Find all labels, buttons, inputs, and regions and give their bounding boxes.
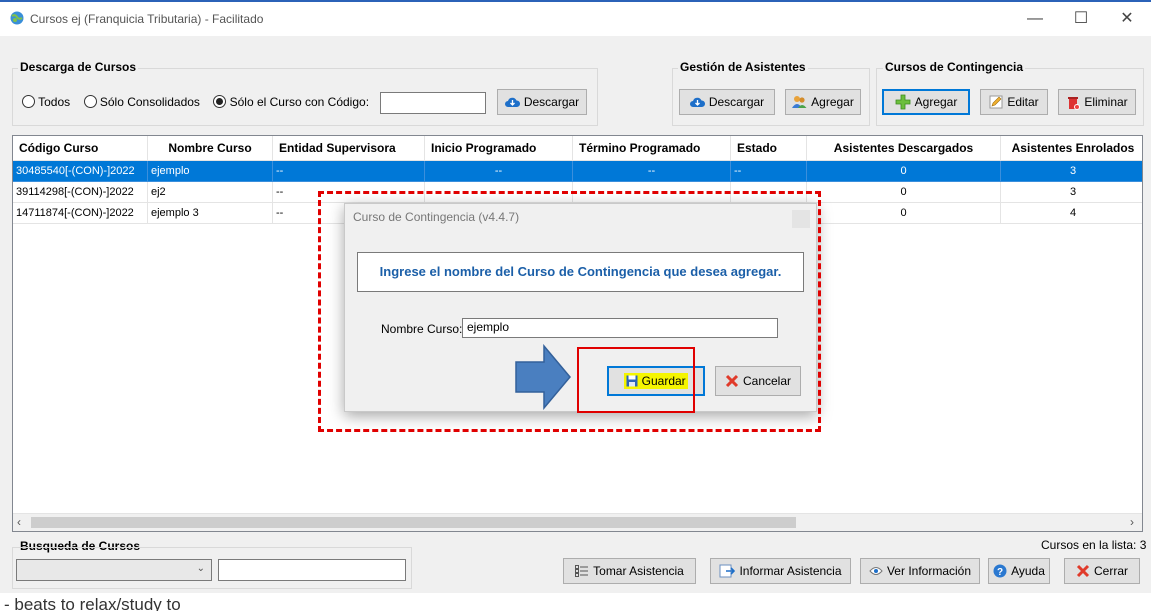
cell-enrolled: 3 — [1001, 182, 1142, 203]
delete-contingency-button[interactable]: Eliminar — [1058, 89, 1136, 115]
help-button[interactable]: ? Ayuda — [988, 558, 1050, 584]
eye-icon — [869, 567, 883, 575]
course-name-input[interactable]: ejemplo — [462, 318, 778, 338]
arrow-right-icon — [515, 344, 571, 410]
download-options: Todos Sólo Consolidados Sólo el Curso co… — [22, 95, 369, 109]
cell-end — [573, 182, 731, 203]
header-downloaded[interactable]: Asistentes Descargados — [807, 136, 1001, 160]
download-group-title: Descarga de Cursos — [18, 60, 139, 74]
report-icon — [719, 564, 736, 578]
cell-start: -- — [425, 161, 573, 182]
users-icon — [792, 96, 807, 108]
cell-name: ejemplo 3 — [148, 203, 273, 224]
x-icon — [1076, 564, 1090, 578]
header-start[interactable]: Inicio Programado — [425, 136, 573, 160]
radio-code[interactable]: Sólo el Curso con Código: — [213, 95, 369, 109]
title-bar: Cursos ej (Franquicia Tributaria) - Faci… — [0, 2, 1151, 36]
header-end[interactable]: Término Programado — [573, 136, 731, 160]
horizontal-scrollbar[interactable]: ‹ › — [13, 513, 1142, 531]
header-enrolled[interactable]: Asistentes Enrolados — [1001, 136, 1142, 160]
radio-consolidated[interactable]: Sólo Consolidados — [83, 95, 200, 109]
cell-status — [731, 182, 807, 203]
scroll-right-icon[interactable]: › — [1130, 515, 1134, 529]
trash-icon — [1068, 96, 1081, 110]
cell-status: -- — [731, 161, 807, 182]
svg-text:?: ? — [997, 567, 1003, 578]
radio-all[interactable]: Todos — [22, 95, 70, 109]
cell-code: 39114298[-(CON)-]2022 — [13, 182, 148, 203]
header-status[interactable]: Estado — [731, 136, 807, 160]
cell-name: ej2 — [148, 182, 273, 203]
cancel-button[interactable]: Cancelar — [715, 366, 801, 396]
dialog-close-button[interactable] — [792, 210, 810, 228]
globe-icon — [10, 11, 24, 25]
cell-entity: -- — [273, 161, 425, 182]
window-title: Cursos ej (Franquicia Tributaria) - Faci… — [30, 12, 264, 26]
pencil-icon — [989, 95, 1003, 109]
take-attendance-button[interactable]: Tomar Asistencia — [563, 558, 696, 584]
download-attendees-button[interactable]: Descargar — [679, 89, 775, 115]
name-label: Nombre Curso: — [381, 322, 463, 336]
table-row[interactable]: 39114298[-(CON)-]2022 ej2 -- 0 3 — [13, 182, 1142, 203]
cell-end: -- — [573, 161, 731, 182]
cell-name: ejemplo — [148, 161, 273, 182]
dialog-message: Ingrese el nombre del Curso de Contingen… — [357, 252, 804, 292]
cloud-download-icon — [504, 97, 520, 107]
dialog-title: Curso de Contingencia (v4.4.7) — [353, 210, 520, 224]
cloud-download-icon — [689, 97, 705, 107]
maximize-button[interactable]: ☐ — [1061, 8, 1101, 30]
scrollbar-thumb[interactable] — [31, 517, 796, 528]
header-entity[interactable]: Entidad Supervisora — [273, 136, 425, 160]
cell-code: 14711874[-(CON)-]2022 — [13, 203, 148, 224]
cell-code: 30485540[-(CON)-]2022 — [13, 161, 148, 182]
attendees-group-title: Gestión de Asistentes — [678, 60, 808, 74]
cell-downloaded: 0 — [807, 203, 1001, 224]
header-code[interactable]: Código Curso — [13, 136, 148, 160]
report-attendance-button[interactable]: Informar Asistencia — [710, 558, 851, 584]
course-code-input[interactable] — [380, 92, 486, 114]
help-icon: ? — [993, 564, 1007, 578]
cell-start — [425, 182, 573, 203]
view-info-button[interactable]: Ver Información — [860, 558, 980, 584]
close-button[interactable]: Cerrar — [1064, 558, 1140, 584]
download-courses-button[interactable]: Descargar — [497, 89, 587, 115]
edit-contingency-button[interactable]: Editar — [980, 89, 1048, 115]
add-contingency-button[interactable]: Agregar — [882, 89, 970, 115]
search-select[interactable]: ⌄ — [16, 559, 212, 581]
close-window-button[interactable]: ✕ — [1107, 8, 1147, 30]
list-icon — [575, 565, 589, 577]
header-name[interactable]: Nombre Curso — [148, 136, 273, 160]
cell-downloaded: 0 — [807, 182, 1001, 203]
cell-entity: -- — [273, 182, 425, 203]
cell-enrolled: 4 — [1001, 203, 1142, 224]
cell-enrolled: 3 — [1001, 161, 1142, 182]
contingency-group-title: Cursos de Contingencia — [883, 60, 1026, 74]
plus-icon — [895, 94, 911, 110]
x-icon — [725, 374, 739, 388]
cell-downloaded: 0 — [807, 161, 1001, 182]
contingency-dialog: Curso de Contingencia (v4.4.7) Ingrese e… — [344, 203, 817, 412]
scroll-left-icon[interactable]: ‹ — [17, 515, 21, 529]
table-header: Código Curso Nombre Curso Entidad Superv… — [13, 136, 1142, 161]
floppy-icon — [626, 375, 638, 387]
search-input[interactable] — [218, 559, 406, 581]
chevron-down-icon: ⌄ — [196, 563, 205, 574]
background-window: - beats to relax/study to — [0, 593, 1151, 611]
save-button[interactable]: Guardar — [607, 366, 705, 396]
course-count: Cursos en la lista: 3 — [1041, 538, 1147, 552]
save-highlight: Guardar — [624, 373, 688, 389]
table-row[interactable]: 30485540[-(CON)-]2022 ejemplo -- -- -- -… — [13, 161, 1142, 182]
minimize-button[interactable]: — — [1015, 8, 1055, 30]
add-attendee-button[interactable]: Agregar — [785, 89, 861, 115]
